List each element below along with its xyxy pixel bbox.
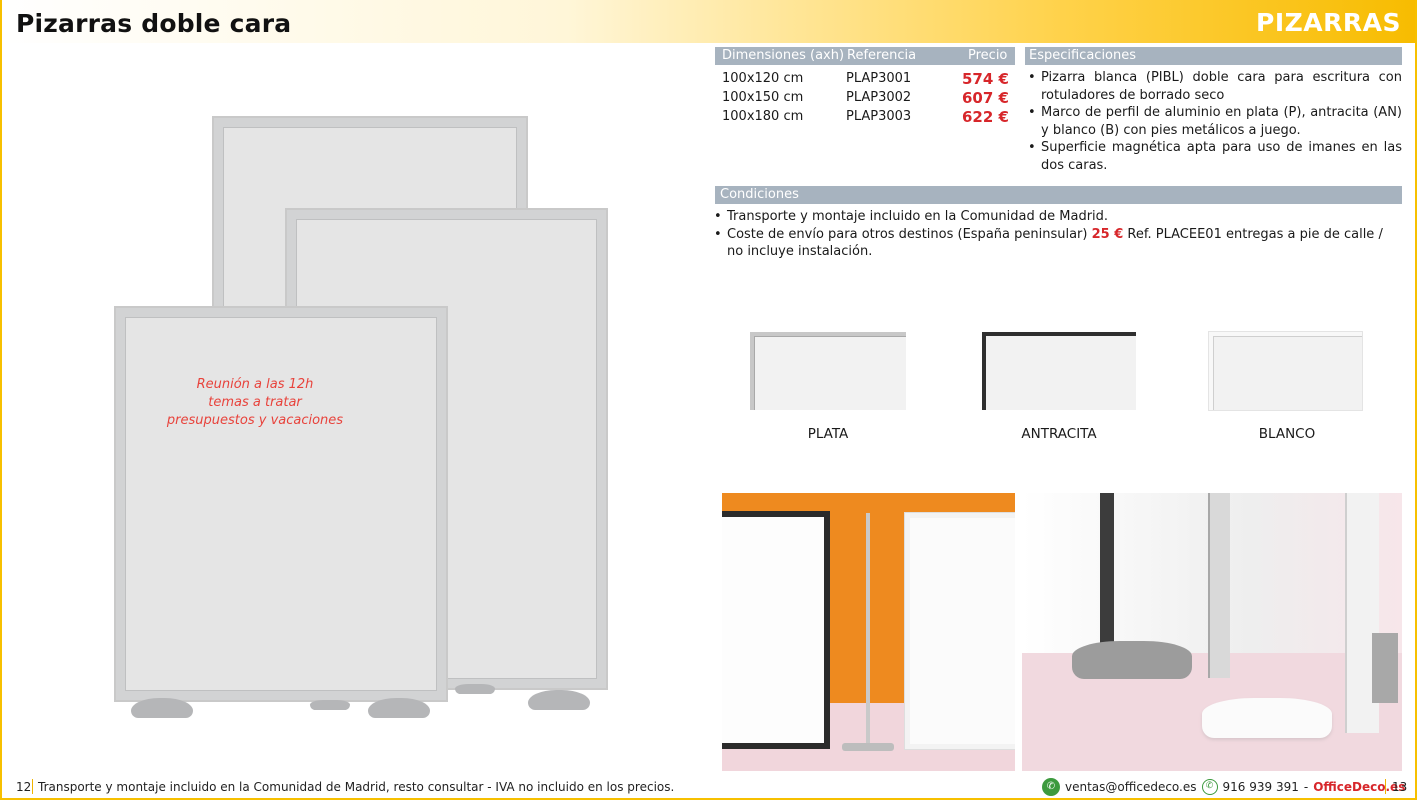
reference-column-header: Referencia (847, 48, 917, 63)
list-item: Coste de envío para otros destinos (Espa… (714, 226, 1400, 261)
table-row: 100x150 cm PLAP3002 607 € (722, 89, 1009, 107)
specifications-list: Pizarra blanca (PIBL) doble cara para es… (1028, 69, 1402, 174)
price: 607 € (962, 89, 1009, 107)
email-link[interactable]: ventas@officedeco.es (1065, 780, 1197, 794)
specifications-heading: Especificaciones (1025, 47, 1402, 65)
list-item: Marco de perfil de aluminio en plata (P)… (1028, 104, 1402, 139)
dimensions-column-header: Dimensiones (axh) (722, 48, 845, 63)
page-title: Pizarras doble cara (16, 9, 292, 38)
whatsapp-icon: ✆ (1042, 778, 1060, 796)
swatch-label-blanco: BLANCO (1258, 426, 1316, 442)
divider (1385, 779, 1386, 794)
swatch-label-antracita: ANTRACITA (1021, 426, 1097, 442)
swatch-antracita (982, 332, 1136, 410)
phone-number[interactable]: 916 939 391 (1223, 780, 1299, 794)
board-handwriting: Reunión a las 12h temas a tratar presupu… (166, 377, 344, 428)
list-item: Superficie magnética apta para uso de im… (1028, 139, 1402, 174)
swatch-plata (750, 332, 906, 410)
phone-icon: ✆ (1201, 779, 1218, 795)
conditions-heading: Condiciones (715, 186, 1402, 204)
section-title: PIZARRAS (1256, 8, 1401, 37)
board-foot (131, 698, 193, 718)
price: 622 € (962, 108, 1009, 126)
list-item: Pizarra blanca (PIBL) doble cara para es… (1028, 69, 1402, 104)
dimensions-table-body: 100x120 cm PLAP3001 574 € 100x150 cm PLA… (722, 70, 1012, 128)
separator-dash: - (1303, 780, 1309, 794)
board-foot (368, 698, 430, 718)
page-number-left: 12 (16, 780, 32, 794)
footer-note: Transporte y montaje incluido en la Comu… (38, 780, 675, 794)
table-row: 100x120 cm PLAP3001 574 € (722, 70, 1009, 88)
price-column-header: Precio (968, 48, 1008, 63)
whiteboard-small (114, 306, 448, 702)
swatch-blanco (1209, 332, 1362, 410)
board-foot (455, 684, 495, 694)
divider (32, 779, 33, 794)
product-photo-feet (1022, 493, 1402, 771)
page-footer: 12 Transporte y montaje incluido en la C… (0, 774, 1417, 800)
price: 574 € (962, 70, 1009, 88)
table-row: 100x180 cm PLAP3003 622 € (722, 108, 1009, 126)
conditions-list: Transporte y montaje incluido en la Comu… (714, 208, 1400, 261)
board-foot (528, 690, 590, 710)
list-item: Transporte y montaje incluido en la Comu… (714, 208, 1400, 226)
swatch-label-plata: PLATA (807, 426, 849, 442)
dimensions-table-header: Dimensiones (axh) Referencia Precio (715, 47, 1015, 65)
page-number-right: 13 (1392, 780, 1408, 794)
contact-info: ✆ ventas@officedeco.es ✆ 916 939 391 - O… (1042, 777, 1405, 797)
page-header: Pizarras doble cara PIZARRAS (0, 0, 1417, 43)
shipping-price: 25 € (1091, 226, 1124, 242)
product-photo-office (722, 493, 1015, 771)
board-foot (310, 700, 350, 710)
